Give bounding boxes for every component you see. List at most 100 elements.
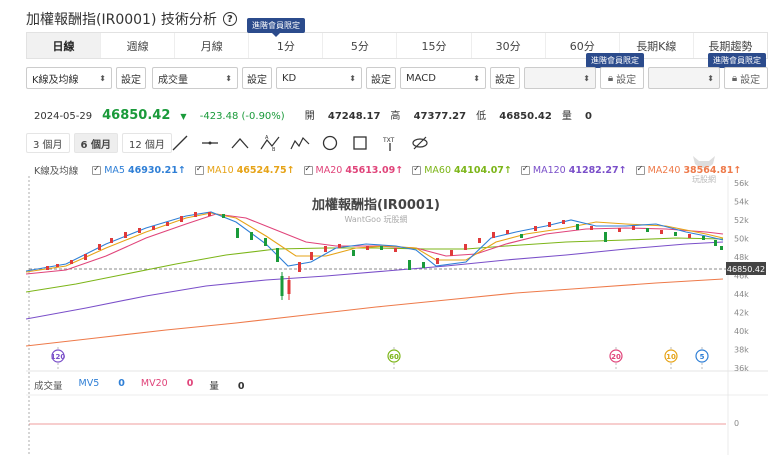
ma120-name: MA120 (532, 164, 566, 176)
y-tick: 38k (734, 346, 749, 355)
main-settings-button[interactable]: 設定 (116, 67, 146, 89)
legend-ma60[interactable]: MA60 44104.07↑ (412, 164, 512, 176)
horizontal-line-icon[interactable] (200, 133, 220, 153)
indicator4-settings-button[interactable]: 🔒︎ 設定 (724, 67, 768, 89)
indicator1-settings-button[interactable]: 設定 (366, 67, 396, 89)
indicator4-select[interactable]: ⬍ (648, 67, 720, 89)
period-3m-button[interactable]: 3 個月 (26, 133, 70, 153)
svg-text:A: A (265, 135, 269, 141)
marker-5-label: 5 (700, 353, 705, 361)
legend-ma120[interactable]: MA120 41282.27↑ (520, 164, 627, 176)
lock-icon: 🔒︎ (731, 72, 738, 84)
legend-ma240[interactable]: MA240 38564.81↑ (635, 164, 742, 176)
indicator-selectors: K線及均線 ⬍ 設定 成交量 ⬍ 設定 KD ⬍ 設定 MACD ⬍ 設定 ⬍ 🔒︎ 設定… (26, 67, 768, 89)
select-value: K線及均線 (32, 74, 79, 86)
rectangle-icon[interactable] (350, 133, 370, 153)
tab-weekly[interactable]: 週線 (101, 33, 176, 58)
tab-daily[interactable]: 日線 (27, 33, 102, 58)
tab-15min[interactable]: 15分 (397, 33, 472, 58)
y-tick: 56k (734, 179, 749, 188)
period-12m-button[interactable]: 12 個月 (122, 133, 172, 153)
mv5-value: 0 (118, 378, 125, 389)
checkbox-icon[interactable] (412, 164, 422, 175)
abc-pattern-icon[interactable]: AB (260, 133, 280, 153)
updown-icon: ⬍ (225, 73, 232, 83)
ma240-name: MA240 (647, 164, 681, 176)
angle-line-icon[interactable] (230, 133, 250, 153)
tab-monthly[interactable]: 月線 (175, 33, 250, 58)
candlesticks (46, 212, 723, 300)
circle-icon[interactable] (320, 133, 340, 153)
tab-1min[interactable]: 1分 (249, 33, 324, 58)
updown-icon: ⬍ (707, 73, 714, 83)
ma20-value: 45613.09↑ (345, 164, 404, 176)
legend-ma10[interactable]: MA10 46524.75↑ (194, 164, 295, 176)
checkbox-icon[interactable] (635, 164, 645, 175)
updown-icon: ⬍ (583, 73, 590, 83)
ma20-name: MA20 (315, 164, 343, 176)
wave-pattern-icon[interactable] (290, 133, 310, 153)
updown-icon: ⬍ (99, 73, 106, 83)
mv20-item: MV20 0 (141, 378, 193, 392)
ma60-name: MA60 (424, 164, 451, 176)
ma240-value: 38564.81↑ (683, 164, 742, 176)
settings-label: 設定 (740, 74, 761, 86)
tab-5min[interactable]: 5分 (323, 33, 398, 58)
checkbox-icon[interactable] (303, 164, 313, 175)
change-value: -423.48 (-0.90%) (199, 111, 285, 122)
quote-volume: 量 0 (562, 107, 592, 122)
page-title: 加權報酬指(IR0001) 技術分析 ? (26, 9, 237, 29)
indicator2-select[interactable]: MACD ⬍ (400, 67, 486, 89)
volume-select[interactable]: 成交量 ⬍ (152, 67, 238, 89)
legend-ma5[interactable]: MA5 46930.21↑ (92, 164, 186, 176)
ma5-name: MA5 (104, 164, 125, 176)
y-tick: 48k (734, 253, 749, 262)
vol-label: 量 (561, 111, 572, 122)
member-badge: 進階會員限定 (247, 18, 305, 37)
y-tick: 50k (734, 235, 749, 244)
vol-item: 量 0 (209, 378, 244, 392)
marker-10-label: 10 (666, 353, 676, 361)
indicator2-settings-button[interactable]: 設定 (490, 67, 520, 89)
vol-item-label: 量 (209, 381, 219, 392)
drawing-tools: AB TXT (170, 133, 430, 153)
indicator3-settings-button[interactable]: 🔒︎ 設定 (600, 67, 644, 89)
y-tick: 52k (734, 216, 749, 225)
help-icon[interactable]: ? (222, 12, 237, 26)
lock-icon: 🔒︎ (607, 72, 614, 84)
text-tool-icon[interactable]: TXT (380, 133, 400, 153)
volume-settings-button[interactable]: 設定 (242, 67, 272, 89)
checkbox-icon[interactable] (520, 164, 530, 175)
low-value: 46850.42 (499, 111, 552, 122)
ma10-name: MA10 (206, 164, 234, 176)
y-tick: 42k (734, 309, 749, 318)
price-chart[interactable]: 加權報酬指(IR0001) WantGoo 玩股網 56k 54k 52k 50… (26, 176, 768, 455)
y-tick: 54k (734, 198, 749, 207)
updown-icon: ⬍ (349, 73, 356, 83)
trendline-icon[interactable] (170, 133, 190, 153)
high-label: 高 (390, 111, 401, 122)
checkbox-icon[interactable] (194, 164, 204, 175)
hide-eye-icon[interactable] (410, 133, 430, 153)
marker-20-label: 20 (611, 353, 621, 361)
ma-legend: K線及均線 MA5 46930.21↑ MA10 46524.75↑ MA20 … (34, 163, 750, 178)
current-price-label: 46850.42 (727, 265, 765, 274)
tab-30min[interactable]: 30分 (472, 33, 546, 58)
vol-item-value: 0 (237, 381, 245, 392)
down-arrow-icon: ▼ (180, 112, 187, 121)
legend-label: K線及均線 (34, 166, 79, 177)
main-chart-select[interactable]: K線及均線 ⬍ (26, 67, 112, 89)
legend-ma20[interactable]: MA20 45613.09↑ (303, 164, 404, 176)
select-value: KD (282, 72, 297, 84)
quote-low: 低 46850.42 (476, 107, 552, 122)
select-value: MACD (406, 72, 436, 84)
marker-60-label: 60 (389, 353, 399, 361)
period-6m-button[interactable]: 6 個月 (73, 133, 118, 153)
member-badge: 進階會員限定 (586, 53, 644, 72)
y-tick: 44k (734, 290, 749, 299)
indicator3-select[interactable]: ⬍ (524, 67, 596, 89)
quote-price: 46850.42 (102, 108, 171, 123)
high-value: 47377.27 (413, 111, 467, 122)
checkbox-icon[interactable] (92, 164, 102, 175)
indicator1-select[interactable]: KD ⬍ (276, 67, 362, 89)
